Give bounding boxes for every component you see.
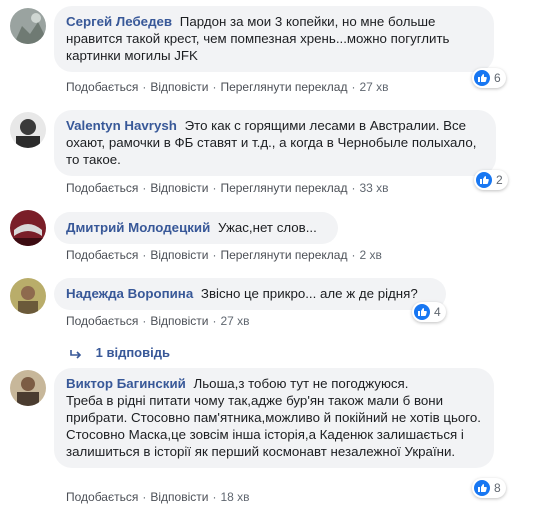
timestamp[interactable]: 33 хв [359,181,388,195]
reaction-count[interactable]: 8 [472,478,506,498]
reply-link[interactable]: Відповісти [150,248,208,262]
comment-line-1: Виктор Багинский Льоша,з тобою тут не по… [66,375,482,392]
comment-bubble: Надежда Воропина Звісно це прикро... але… [54,278,446,310]
like-link[interactable]: Подобається [66,490,138,504]
translate-link[interactable]: Переглянути переклад [220,80,347,94]
reply-link[interactable]: Відповісти [150,80,208,94]
separator: · [142,490,147,504]
like-link[interactable]: Подобається [66,314,138,328]
replies-count-label: 1 відповідь [95,345,170,360]
like-link[interactable]: Подобається [66,181,138,195]
separator: · [212,248,217,262]
like-icon [474,70,490,86]
reply-link[interactable]: Відповісти [150,314,208,328]
avatar[interactable] [10,370,46,406]
comment-text: Треба в рідні питати чому так,адже бур'я… [66,393,481,425]
separator: · [142,181,147,195]
comment-author[interactable]: Сергей Лебедев [66,14,172,29]
translate-link[interactable]: Переглянути переклад [220,181,347,195]
comment-author[interactable]: Виктор Багинский [66,376,186,391]
comment-author[interactable]: Надежда Воропина [66,286,193,301]
reaction-count[interactable]: 6 [472,68,506,88]
view-replies-link[interactable]: 1 відповідь [70,345,170,360]
avatar[interactable] [10,210,46,246]
avatar[interactable] [10,278,46,314]
like-link[interactable]: Подобається [66,248,138,262]
comment-bubble: Valentyn Havrysh Это как с горящими леса… [54,110,496,176]
like-icon [414,304,430,320]
separator: · [212,490,217,504]
separator: · [351,181,356,195]
comment-actions: Подобається · Відповісти · 27 хв [66,314,250,328]
comment-bubble: Виктор Багинский Льоша,з тобою тут не по… [54,368,494,468]
separator: · [212,181,217,195]
comment-actions: Подобається · Відповісти · 18 хв [66,490,250,504]
separator: · [212,80,217,94]
separator: · [351,248,356,262]
translate-link[interactable]: Переглянути переклад [220,248,347,262]
separator: · [212,314,217,328]
like-link[interactable]: Подобається [66,80,138,94]
reply-link[interactable]: Відповісти [150,490,208,504]
comment-bubble: Сергей Лебедев Пардон за мои 3 копейки, … [54,6,494,72]
avatar[interactable] [10,8,46,44]
comment-text: Льоша,з тобою тут не погоджуюся. [193,376,409,391]
reaction-number: 2 [496,173,503,187]
avatar[interactable] [10,112,46,148]
comment-actions: Подобається · Відповісти · Переглянути перек… [66,80,389,94]
timestamp[interactable]: 27 хв [220,314,249,328]
reaction-number: 8 [494,481,501,495]
separator: · [142,314,147,328]
comment-actions: Подобається · Відповісти · Переглянути перек… [66,181,389,195]
comment-text: Звісно це прикро... але ж де рідня? [200,286,418,301]
comment-author[interactable]: Valentyn Havrysh [66,118,177,133]
comment-actions: Подобається · Відповісти · Переглянути перек… [66,248,382,262]
reply-arrow-icon [70,345,86,360]
comment-author[interactable]: Дмитрий Молодецкий [66,220,210,235]
like-icon [476,172,492,188]
separator: · [142,248,147,262]
like-icon [474,480,490,496]
comment-bubble: Дмитрий Молодецкий Ужас,нет слов... [54,212,338,244]
timestamp[interactable]: 18 хв [220,490,249,504]
reply-link[interactable]: Відповісти [150,181,208,195]
comment-text: Стосовно Маска,це зовсім інша історія,а … [66,427,464,459]
separator: · [142,80,147,94]
comment-text: Ужас,нет слов... [217,220,317,235]
reaction-count[interactable]: 4 [412,302,446,322]
separator: · [351,80,356,94]
reaction-number: 6 [494,71,501,85]
reaction-count[interactable]: 2 [474,170,508,190]
timestamp[interactable]: 27 хв [359,80,388,94]
timestamp[interactable]: 2 хв [359,248,381,262]
reaction-number: 4 [434,305,441,319]
